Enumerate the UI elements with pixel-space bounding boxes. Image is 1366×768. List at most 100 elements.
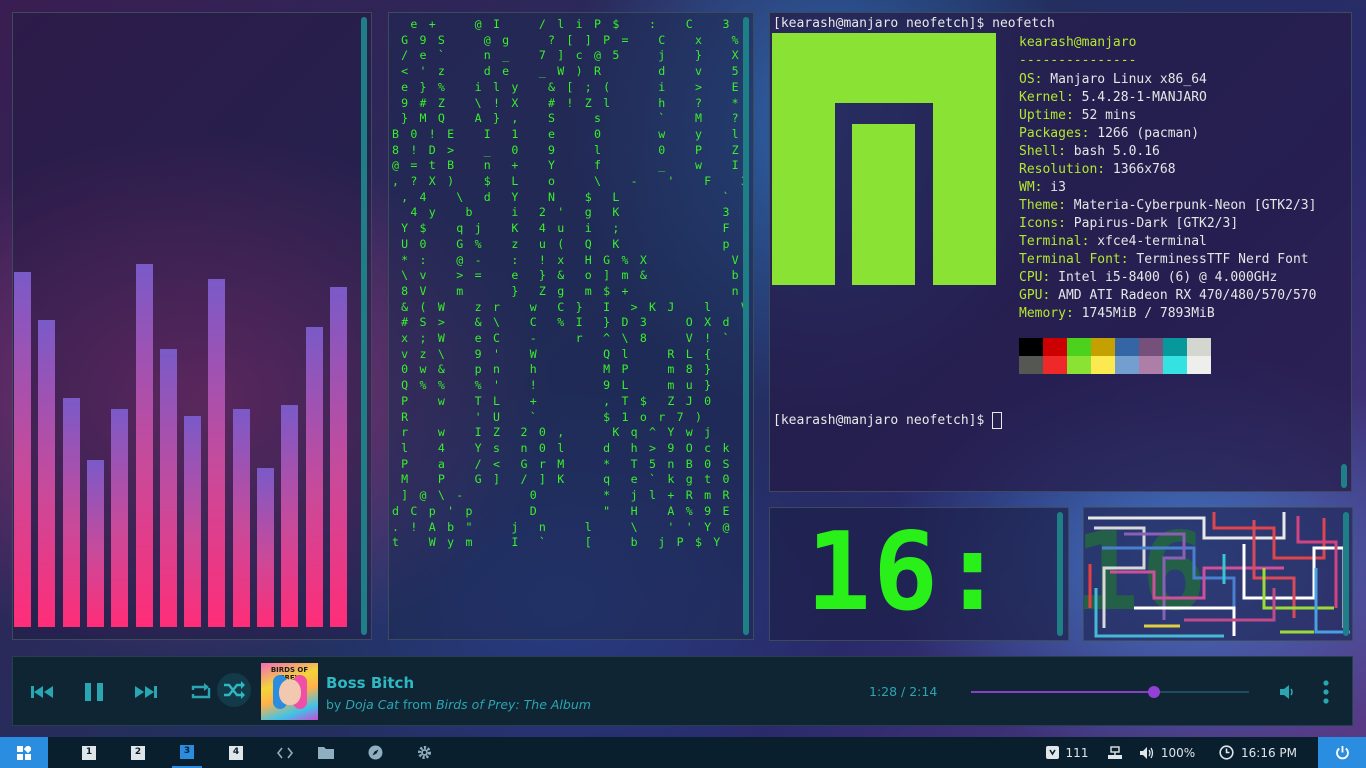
- workspace-2-button[interactable]: 2: [123, 737, 153, 768]
- visualizer-bar: [135, 264, 153, 627]
- sysinfo-value: TerminessTTF Nerd Font: [1128, 252, 1309, 267]
- terminal-command: neofetch: [992, 16, 1055, 31]
- cmatrix-terminal-window[interactable]: e + @ I / l i P $ : C 3 G 9 S @ g ? [ ] …: [388, 12, 754, 640]
- terminal-prompt: [kearash@manjaro neofetch]$: [773, 16, 985, 31]
- skip-forward-icon: [135, 686, 157, 698]
- sysinfo-row: WM: i3: [1019, 179, 1316, 197]
- visualizer-bar: [62, 398, 80, 627]
- gear-icon: [417, 746, 431, 759]
- sysinfo-key: Packages:: [1019, 126, 1090, 141]
- sysinfo-value: Papirus-Dark [GTK2/3]: [1065, 216, 1239, 231]
- workspace-3-label: 3: [180, 744, 194, 759]
- code-editor-launcher[interactable]: [270, 737, 300, 768]
- system-info-list: OS: Manjaro Linux x86_64 Kernel: 5.4.28-1…: [1019, 71, 1316, 323]
- sysinfo-key: OS:: [1019, 72, 1043, 87]
- palette-swatch: [1163, 338, 1187, 356]
- grid-apps-icon: [17, 745, 31, 760]
- code-icon: [277, 747, 293, 758]
- sysinfo-row: Kernel: 5.4.28-1-MANJARO: [1019, 89, 1316, 107]
- sysinfo-value: Manjaro Linux x86_64: [1042, 72, 1207, 87]
- network-tray[interactable]: [1104, 737, 1126, 768]
- taskbar: 1 2 3 4 111 100% 16:16 PM: [0, 737, 1366, 768]
- previous-track-button[interactable]: [29, 679, 55, 709]
- neofetch-separator: ---------------: [1019, 53, 1137, 68]
- ethernet-icon: [1108, 745, 1122, 759]
- volume-tray[interactable]: 100%: [1136, 737, 1198, 768]
- file-manager-launcher[interactable]: [311, 737, 341, 768]
- sysinfo-row: Memory: 1745MiB / 7893MiB: [1019, 305, 1316, 323]
- settings-launcher[interactable]: [409, 737, 439, 768]
- palette-swatch: [1019, 356, 1043, 374]
- sysinfo-value: xfce4-terminal: [1089, 234, 1207, 249]
- matrix-rain-text: e + @ I / l i P $ : C 3 G 9 S @ g ? [ ] …: [392, 17, 748, 550]
- sysinfo-key: Theme:: [1019, 198, 1066, 213]
- shuffle-icon: [224, 681, 245, 699]
- power-button[interactable]: [1318, 737, 1366, 768]
- workspace-3-button[interactable]: 3: [172, 737, 202, 768]
- visualizer-bar: [14, 272, 31, 627]
- workspace-1-label: 1: [82, 745, 96, 760]
- music-player-bar: BIRDS OF PREY Boss Bitch by Doja Cat fro…: [12, 656, 1353, 726]
- song-album[interactable]: Birds of Prey: The Album: [436, 697, 591, 712]
- repeat-button[interactable]: [188, 679, 214, 709]
- by-word: by: [326, 697, 342, 712]
- skip-back-icon: [31, 686, 53, 698]
- pause-button[interactable]: [81, 679, 107, 709]
- sysinfo-row: Packages: 1266 (pacman): [1019, 125, 1316, 143]
- pipes-drawing: [1088, 512, 1350, 638]
- sysinfo-key: Memory:: [1019, 306, 1074, 321]
- palette-swatch: [1043, 356, 1067, 374]
- song-artist[interactable]: Doja Cat: [345, 697, 399, 712]
- sysinfo-value: 1266 (pacman): [1089, 126, 1200, 141]
- clock-tray[interactable]: 16:16 PM: [1210, 737, 1306, 768]
- sysinfo-key: GPU:: [1019, 288, 1051, 303]
- visualizer-bar: [232, 409, 250, 627]
- browser-launcher[interactable]: [360, 737, 390, 768]
- pipes-scrollbar[interactable]: [1343, 512, 1349, 636]
- sysinfo-value: 5.4.28-1-MANJARO: [1073, 90, 1207, 105]
- workspace-1-button[interactable]: 1: [74, 737, 104, 768]
- speaker-icon: [1280, 685, 1293, 699]
- sysinfo-row: Terminal Font: TerminessTTF Nerd Font: [1019, 251, 1316, 269]
- repeat-icon: [191, 683, 211, 699]
- workspace-4-button[interactable]: 4: [221, 737, 251, 768]
- workspace-2-label: 2: [131, 745, 145, 760]
- sysinfo-row: GPU: AMD ATI Radeon RX 470/480/570/570: [1019, 287, 1316, 305]
- logo-block-left: [772, 33, 835, 285]
- next-track-button[interactable]: [133, 679, 159, 709]
- neofetch-terminal-window[interactable]: [kearash@manjaro neofetch]$ neofetch kea…: [769, 12, 1352, 492]
- player-menu-button[interactable]: [1322, 679, 1330, 709]
- progress-handle[interactable]: [1147, 686, 1160, 698]
- workspace-4-label: 4: [229, 745, 243, 760]
- terminal-input-line[interactable]: [kearash@manjaro neofetch]$: [773, 412, 1003, 429]
- updates-tray[interactable]: 111: [1040, 737, 1094, 768]
- sysinfo-key: Icons:: [1019, 216, 1066, 231]
- player-volume-button[interactable]: [1278, 683, 1296, 705]
- app-menu-button[interactable]: [0, 737, 48, 768]
- shuffle-button[interactable]: [217, 673, 251, 707]
- visualizer-bar: [184, 416, 202, 627]
- volume-level: 100%: [1160, 745, 1196, 760]
- palette-swatch: [1115, 356, 1139, 374]
- visualizer-bar: [329, 287, 347, 627]
- clock-scrollbar[interactable]: [1057, 512, 1063, 636]
- folder-icon: [318, 747, 334, 759]
- sysinfo-key: Uptime:: [1019, 108, 1074, 123]
- color-palette: [1019, 338, 1211, 374]
- more-vertical-icon: [1323, 680, 1329, 704]
- matrix-scrollbar[interactable]: [743, 17, 749, 635]
- palette-swatch: [1163, 356, 1187, 374]
- palette-swatch: [1043, 338, 1067, 356]
- compass-icon: [368, 745, 382, 760]
- sysinfo-key: Shell:: [1019, 144, 1066, 159]
- palette-swatch: [1139, 356, 1163, 374]
- terminal-scrollbar[interactable]: [1341, 464, 1347, 488]
- sysinfo-row: OS: Manjaro Linux x86_64: [1019, 71, 1316, 89]
- sysinfo-row: Uptime: 52 mins: [1019, 107, 1316, 125]
- playback-progress-slider[interactable]: [971, 686, 1249, 698]
- visualizer-scrollbar[interactable]: [361, 17, 367, 635]
- clock-window: 16: 16: [769, 507, 1206, 641]
- sysinfo-value: bash 5.0.16: [1065, 144, 1160, 159]
- sysinfo-row: CPU: Intel i5-8400 (6) @ 4.000GHz: [1019, 269, 1316, 287]
- playback-time: 1:28 / 2:14: [869, 684, 938, 699]
